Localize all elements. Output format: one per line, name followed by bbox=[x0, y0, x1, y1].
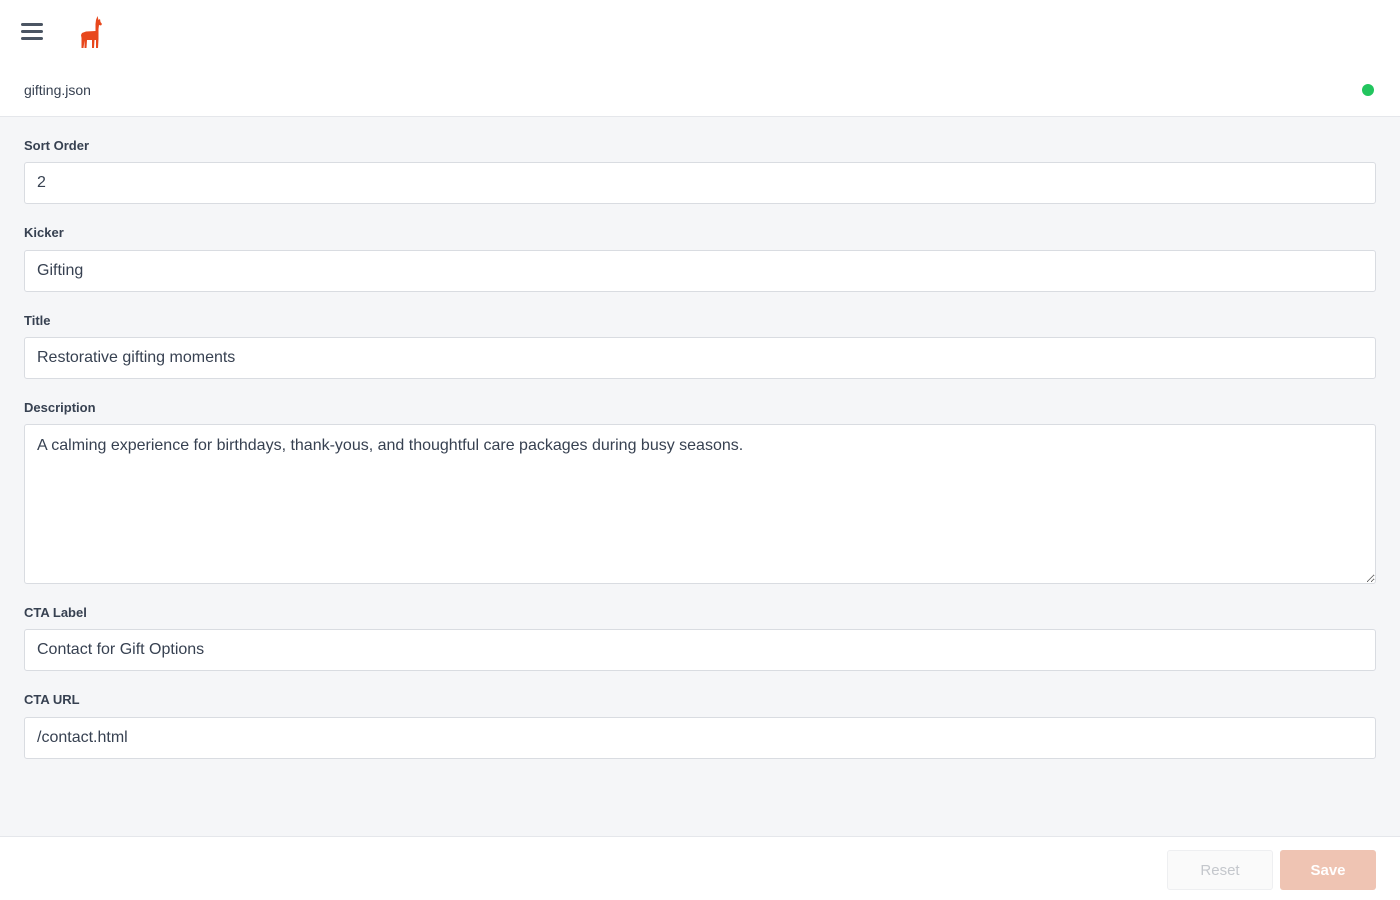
status-dot-icon bbox=[1362, 84, 1374, 96]
cta-url-input[interactable] bbox=[24, 717, 1376, 759]
hamburger-menu-button[interactable] bbox=[18, 20, 46, 44]
top-bar bbox=[0, 0, 1400, 64]
menu-line bbox=[21, 23, 43, 26]
file-name: gifting.json bbox=[24, 82, 91, 98]
description-label: Description bbox=[24, 400, 96, 415]
editor-form: Sort Order Kicker Title Description A ca… bbox=[0, 117, 1400, 836]
kicker-input[interactable] bbox=[24, 250, 1376, 292]
cta-label-input[interactable] bbox=[24, 629, 1376, 671]
reset-button[interactable]: Reset bbox=[1167, 850, 1273, 890]
sort-order-label: Sort Order bbox=[24, 138, 90, 153]
menu-line bbox=[21, 37, 43, 40]
llama-logo-icon bbox=[81, 16, 102, 48]
file-bar: gifting.json bbox=[0, 64, 1400, 117]
description-textarea[interactable]: A calming experience for birthdays, than… bbox=[24, 424, 1376, 584]
cta-label-label: CTA Label bbox=[24, 605, 87, 620]
sort-order-input[interactable] bbox=[24, 162, 1376, 204]
cta-url-label: CTA URL bbox=[24, 692, 80, 707]
menu-line bbox=[21, 30, 43, 33]
action-footer: Reset Save bbox=[0, 836, 1400, 900]
kicker-label: Kicker bbox=[24, 225, 64, 240]
title-input[interactable] bbox=[24, 337, 1376, 379]
save-button[interactable]: Save bbox=[1280, 850, 1376, 890]
title-label: Title bbox=[24, 313, 51, 328]
